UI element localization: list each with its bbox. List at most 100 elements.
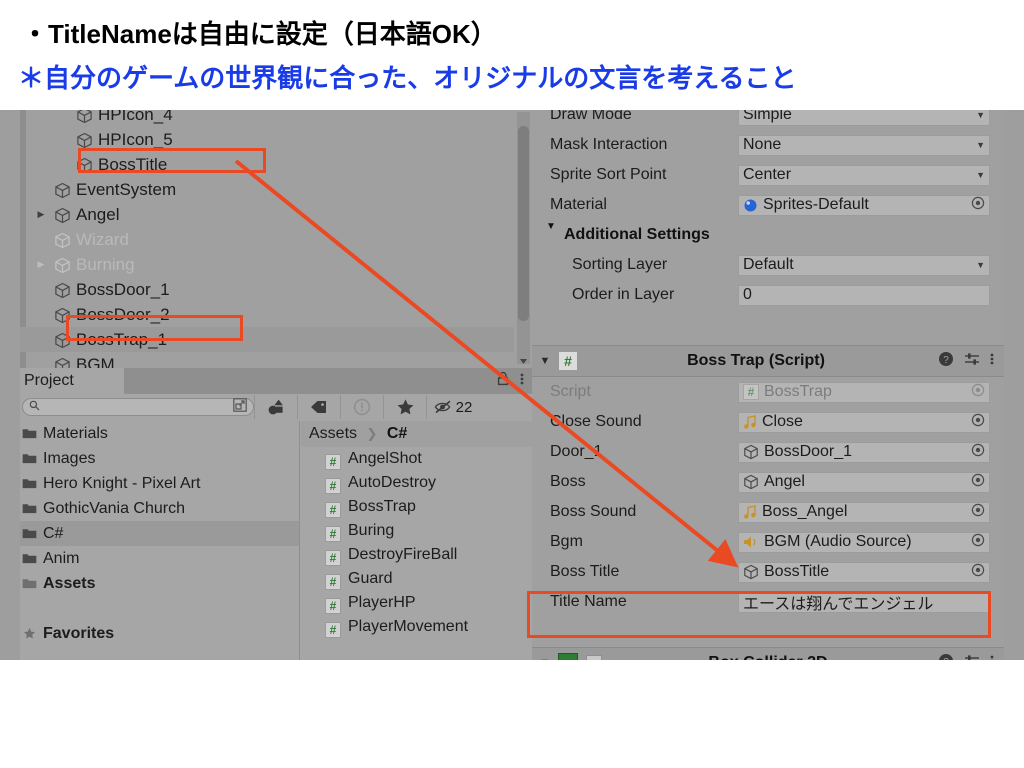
project-tree-item-anim[interactable]: Anim	[20, 546, 300, 571]
boss-trap-row-boss-sound[interactable]: Boss SoundBoss_Angel	[532, 497, 1004, 527]
boss-trap-rows[interactable]: Script#BossTrapClose SoundCloseDoor_1Bos…	[532, 377, 1004, 617]
preset-icon[interactable]	[964, 351, 980, 372]
filter-warning-icon[interactable]	[340, 395, 383, 419]
lock-icon[interactable]	[496, 371, 510, 392]
field-control[interactable]: Simple▼	[738, 110, 990, 126]
sprite-row-sprite-sort-point[interactable]: Sprite Sort PointCenter▼	[532, 160, 1004, 190]
object-picker-icon[interactable]	[971, 196, 985, 215]
collapse-triangle-icon[interactable]: ▼	[532, 355, 558, 367]
sprite-row-material[interactable]: MaterialSprites-Default	[532, 190, 1004, 220]
field-control[interactable]: Boss_Angel	[738, 502, 990, 523]
project-tree-item-images[interactable]: Images	[20, 446, 300, 471]
object-picker-icon[interactable]	[971, 383, 985, 402]
hierarchy-scrollbar-thumb[interactable]	[518, 126, 529, 321]
hidden-objects-toggle[interactable]: 22	[426, 395, 479, 419]
box-collider-header[interactable]: ▼ Box Collider 2D ?	[532, 647, 1004, 660]
project-tree-item-materials[interactable]: Materials	[20, 421, 300, 446]
scroll-down-arrow-icon[interactable]	[519, 353, 528, 362]
chevron-down-icon[interactable]: ▼	[976, 170, 985, 180]
hierarchy-item-bossdoor_1[interactable]: BossDoor_1	[20, 277, 514, 302]
file-item-angelshot[interactable]: #AngelShot	[301, 447, 532, 471]
collapse-triangle-icon[interactable]: ▼	[546, 221, 556, 232]
hierarchy-list[interactable]: HPIcon_4HPIcon_5BossTitleEventSystem▶Ang…	[20, 110, 514, 368]
file-rows[interactable]: #AngelShot#AutoDestroy#BossTrap#Buring#D…	[301, 447, 532, 639]
kebab-menu-icon[interactable]	[990, 653, 994, 661]
field-control[interactable]: Default▼	[738, 255, 990, 276]
boss-trap-component[interactable]: ▼ # Boss Trap (Script) ?	[532, 345, 1004, 617]
field-control[interactable]: Angel	[738, 472, 990, 493]
filter-by-type-icon[interactable]	[254, 395, 297, 419]
additional-settings-header[interactable]: ▼Additional Settings	[532, 220, 1004, 250]
boss-trap-row-door-1[interactable]: Door_1BossDoor_1	[532, 437, 1004, 467]
field-control[interactable]: BGM (Audio Source)	[738, 532, 990, 553]
project-panel[interactable]: Project	[20, 368, 532, 660]
project-tree-item-favorites[interactable]: Favorites	[20, 621, 300, 646]
hierarchy-item-bosstitle[interactable]: BossTitle	[20, 152, 514, 177]
kebab-menu-icon[interactable]	[990, 351, 994, 372]
search-input-wrap[interactable]	[22, 398, 254, 416]
collapse-triangle-icon[interactable]: ▼	[532, 657, 558, 660]
field-control[interactable]: Close	[738, 412, 990, 433]
hierarchy-item-eventsystem[interactable]: EventSystem	[20, 177, 514, 202]
chevron-down-icon[interactable]: ▼	[976, 110, 985, 120]
field-control[interactable]: BossTitle	[738, 562, 990, 583]
project-file-list[interactable]: Assets ❯ C# #AngelShot#AutoDestroy#BossT…	[301, 421, 532, 660]
file-item-destroyfireball[interactable]: #DestroyFireBall	[301, 543, 532, 567]
project-folder-tree[interactable]: MaterialsImagesHero Knight - Pixel ArtGo…	[20, 421, 300, 660]
field-control[interactable]: Sprites-Default	[738, 195, 990, 216]
hierarchy-item-angel[interactable]: ▶Angel	[20, 202, 514, 227]
hierarchy-panel[interactable]: HPIcon_4HPIcon_5BossTitleEventSystem▶Ang…	[20, 110, 532, 368]
object-picker-icon[interactable]	[971, 443, 985, 462]
favorites-star-icon[interactable]	[383, 395, 426, 419]
file-item-buring[interactable]: #Buring	[301, 519, 532, 543]
hierarchy-item-hpicon_4[interactable]: HPIcon_4	[20, 110, 514, 127]
project-tree-item-assets[interactable]: Assets	[20, 571, 300, 596]
expand-arrow-icon[interactable]: ▶	[34, 202, 48, 227]
search-input[interactable]	[44, 399, 233, 415]
object-picker-icon[interactable]	[971, 533, 985, 552]
boss-trap-row-script[interactable]: Script#BossTrap	[532, 377, 1004, 407]
boss-trap-header[interactable]: ▼ # Boss Trap (Script) ?	[532, 345, 1004, 377]
boss-trap-row-boss-title[interactable]: Boss TitleBossTitle	[532, 557, 1004, 587]
field-control[interactable]: #BossTrap	[738, 382, 990, 403]
field-control[interactable]: Center▼	[738, 165, 990, 186]
hierarchy-item-hpicon_5[interactable]: HPIcon_5	[20, 127, 514, 152]
sprite-row-mask-interaction[interactable]: Mask InteractionNone▼	[532, 130, 1004, 160]
breadcrumb-root[interactable]: Assets	[309, 425, 357, 442]
project-tree-item-c-[interactable]: C#	[20, 521, 300, 546]
file-item-guard[interactable]: #Guard	[301, 567, 532, 591]
inspector-panel[interactable]: Draw ModeSimple▼Mask InteractionNone▼Spr…	[532, 110, 1004, 660]
hierarchy-item-bgm[interactable]: BGM	[20, 352, 514, 368]
file-item-playerhp[interactable]: #PlayerHP	[301, 591, 532, 615]
kebab-menu-icon[interactable]	[520, 371, 524, 392]
project-tree-item-gothicvania-church[interactable]: GothicVania Church	[20, 496, 300, 521]
expand-arrow-icon[interactable]: ▶	[34, 252, 48, 277]
additional-row-order-in-layer[interactable]: Order in Layer0	[532, 280, 1004, 310]
field-control[interactable]: 0	[738, 285, 990, 306]
filter-by-label-icon[interactable]	[297, 395, 340, 419]
object-picker-icon[interactable]	[971, 413, 985, 432]
search-expand-icon[interactable]	[233, 398, 247, 417]
tab-project[interactable]: Project	[20, 368, 124, 394]
file-item-bosstrap[interactable]: #BossTrap	[301, 495, 532, 519]
sprite-row-draw-mode[interactable]: Draw ModeSimple▼	[532, 110, 1004, 130]
preset-icon[interactable]	[964, 653, 980, 661]
boss-trap-row-bgm[interactable]: BgmBGM (Audio Source)	[532, 527, 1004, 557]
hierarchy-scrollbar[interactable]	[517, 112, 530, 364]
boss-trap-row-boss[interactable]: BossAngel	[532, 467, 1004, 497]
boss-trap-row-title-name[interactable]: Title Nameエースは翔んでエンジェル	[532, 587, 1004, 617]
sprite-renderer-section[interactable]: Draw ModeSimple▼Mask InteractionNone▼Spr…	[532, 110, 1004, 310]
hierarchy-item-wizard[interactable]: Wizard	[20, 227, 514, 252]
hierarchy-item-burning[interactable]: ▶Burning	[20, 252, 514, 277]
component-enabled-checkbox[interactable]	[586, 655, 602, 660]
hierarchy-item-bossdoor_2[interactable]: BossDoor_2	[20, 302, 514, 327]
object-picker-icon[interactable]	[971, 473, 985, 492]
help-icon[interactable]: ?	[938, 351, 954, 372]
chevron-down-icon[interactable]: ▼	[976, 260, 985, 270]
chevron-down-icon[interactable]: ▼	[976, 140, 985, 150]
object-picker-icon[interactable]	[971, 503, 985, 522]
additional-row-sorting-layer[interactable]: Sorting LayerDefault▼	[532, 250, 1004, 280]
object-picker-icon[interactable]	[971, 563, 985, 582]
file-item-playermovement[interactable]: #PlayerMovement	[301, 615, 532, 639]
boss-trap-row-close-sound[interactable]: Close SoundClose	[532, 407, 1004, 437]
